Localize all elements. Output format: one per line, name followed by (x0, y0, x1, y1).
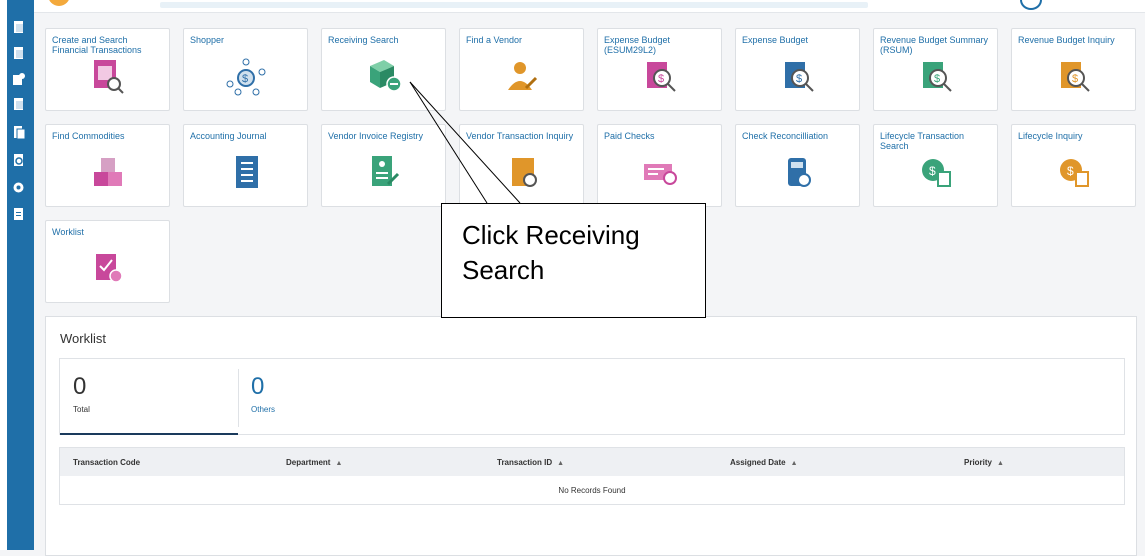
settings-gear-icon[interactable] (12, 180, 25, 194)
tile-accounting-journal[interactable]: Accounting Journal (183, 124, 308, 207)
budget-search-icon: $ (1012, 58, 1135, 94)
commodities-boxes-icon (46, 154, 169, 190)
callout-text: Click Receiving Search (462, 218, 702, 288)
col-transaction-code[interactable]: Transaction Code (73, 458, 140, 467)
col-transaction-id[interactable]: Transaction ID ▲︎ (497, 458, 564, 467)
global-search-bar[interactable] (160, 2, 868, 8)
paid-checks-icon (598, 154, 721, 190)
others-label: Others (251, 405, 276, 414)
lifecycle-search-icon: $ (874, 154, 997, 190)
total-count-tab[interactable]: 0 Total (60, 359, 238, 435)
worklist-grid: Transaction Code Department ▲︎ Transactio… (59, 447, 1125, 505)
package-receiving-icon (322, 58, 445, 94)
document-icon[interactable] (12, 20, 25, 34)
svg-text:$: $ (934, 73, 940, 85)
lifecycle-inquiry-icon: $ (1012, 154, 1135, 190)
tile-label: Worklist (52, 227, 84, 237)
document-icon[interactable] (12, 46, 25, 60)
tile-label: Vendor Invoice Registry (328, 131, 424, 141)
financial-search-icon (46, 58, 169, 94)
worklist-title: Worklist (60, 331, 106, 346)
worklist-counts: 0 Total 0 Others (59, 358, 1125, 435)
tile-paid-checks[interactable]: Paid Checks (597, 124, 722, 207)
tile-lifecycle-inquiry[interactable]: Lifecycle Inquiry $ (1011, 124, 1136, 207)
tile-label: Lifecycle Transaction Search (880, 131, 965, 151)
app-logo[interactable] (48, 0, 70, 6)
tile-find-vendor[interactable]: Find a Vendor (459, 28, 584, 111)
invoice-registry-icon (322, 154, 445, 190)
tile-label: Revenue Budget Summary (RSUM) (880, 35, 989, 55)
document-icon[interactable] (12, 97, 25, 111)
col-priority[interactable]: Priority ▲︎ (964, 458, 1004, 467)
empty-message: No Records Found (558, 486, 626, 495)
documents-icon[interactable] (12, 125, 25, 139)
tile-lifecycle-transaction-search[interactable]: Lifecycle Transaction Search $ (873, 124, 998, 207)
tile-vendor-transaction-inquiry[interactable]: Vendor Transaction Inquiry (459, 124, 584, 207)
tile-label: Check Reconcilliation (742, 131, 829, 141)
col-assigned-date[interactable]: Assigned Date ▲︎ (730, 458, 798, 467)
callout-line-2: Search (462, 255, 545, 285)
user-avatar[interactable] (1020, 0, 1042, 10)
instruction-callout: Click Receiving Search (441, 203, 706, 318)
vendor-person-icon (460, 58, 583, 94)
tile-label: Expense Budget (ESUM29L2) (604, 35, 671, 55)
active-tab-underline (60, 433, 238, 435)
grid-header: Transaction Code Department ▲︎ Transactio… (60, 448, 1124, 476)
sort-icon[interactable]: ▲︎ (557, 460, 564, 467)
tile-label: Accounting Journal (190, 131, 267, 141)
vendor-transaction-icon (460, 154, 583, 190)
tile-label: Revenue Budget Inquiry (1018, 35, 1115, 45)
tile-label: Find a Vendor (466, 35, 523, 45)
tile-label: Find Commodities (52, 131, 125, 141)
tile-label: Expense Budget (742, 35, 809, 45)
others-count: 0 (251, 373, 265, 400)
budget-search-icon: $ (874, 58, 997, 94)
svg-text:$: $ (796, 73, 802, 85)
tile-label: Lifecycle Inquiry (1018, 131, 1083, 141)
sort-icon[interactable]: ▲︎ (335, 460, 342, 467)
sort-icon[interactable]: ▲︎ (997, 460, 1004, 467)
network-dollar-icon: $ (184, 58, 307, 98)
total-label: Total (73, 405, 90, 414)
tile-expense-budget-esum[interactable]: Expense Budget (ESUM29L2) $ (597, 28, 722, 111)
callout-line-1: Click Receiving (462, 220, 640, 250)
tile-receiving-search[interactable]: Receiving Search (321, 28, 446, 111)
svg-text:$: $ (658, 73, 664, 85)
tile-label: Paid Checks (604, 131, 655, 141)
others-count-tab[interactable]: 0 Others (238, 359, 416, 433)
worklist-gear-icon (46, 250, 169, 286)
tile-label: Shopper (190, 35, 225, 45)
col-department[interactable]: Department ▲︎ (286, 458, 342, 467)
svg-text:$: $ (1072, 73, 1078, 85)
tile-label: Vendor Transaction Inquiry (466, 131, 574, 141)
search-doc-icon[interactable] (12, 153, 25, 167)
sort-icon[interactable]: ▲︎ (791, 460, 798, 467)
tile-label: Create and Search Financial Transactions (52, 35, 142, 55)
svg-text:$: $ (242, 73, 248, 85)
worklist-panel: Worklist 0 Total 0 Others Transaction Co… (45, 316, 1137, 556)
report-icon[interactable] (12, 207, 25, 221)
left-sidebar (0, 0, 34, 550)
budget-search-icon: $ (736, 58, 859, 94)
tile-check-reconcilliation[interactable]: Check Reconcilliation (735, 124, 860, 207)
tile-revenue-budget-summary[interactable]: Revenue Budget Summary (RSUM) $ (873, 28, 998, 111)
tile-find-commodities[interactable]: Find Commodities (45, 124, 170, 207)
total-count: 0 (73, 373, 87, 400)
transactions-icon[interactable] (12, 72, 25, 86)
tile-worklist[interactable]: Worklist (45, 220, 170, 303)
svg-text:$: $ (929, 164, 936, 178)
tile-create-search-financial[interactable]: Create and Search Financial Transactions (45, 28, 170, 111)
journal-list-icon (184, 154, 307, 190)
tile-revenue-budget-inquiry[interactable]: Revenue Budget Inquiry $ (1011, 28, 1136, 111)
top-bar (34, 0, 1145, 13)
svg-text:$: $ (1067, 164, 1074, 178)
budget-search-icon: $ (598, 58, 721, 94)
check-reconcile-icon (736, 154, 859, 190)
tile-label: Receiving Search (328, 35, 399, 45)
tile-expense-budget[interactable]: Expense Budget $ (735, 28, 860, 111)
tile-shopper[interactable]: Shopper $ (183, 28, 308, 111)
tile-vendor-invoice-registry[interactable]: Vendor Invoice Registry (321, 124, 446, 207)
